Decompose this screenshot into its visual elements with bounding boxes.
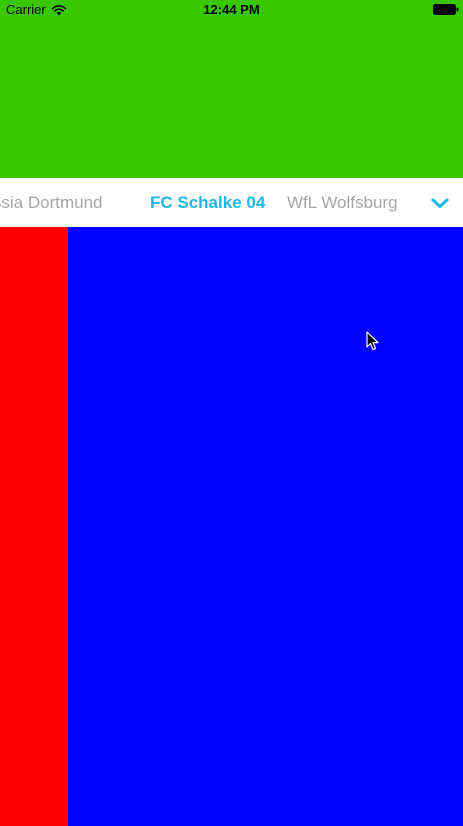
status-bar: Carrier 12:44 PM — [0, 0, 463, 20]
mouse-cursor-icon — [366, 331, 379, 351]
previous-page-peek[interactable] — [0, 227, 68, 826]
chevron-down-icon — [431, 198, 449, 208]
battery-icon — [433, 4, 459, 15]
tab-fc-schalke-04[interactable]: FC Schalke 04 — [150, 178, 265, 227]
tab-wfl-wolfsburg[interactable]: WfL Wolfsburg — [287, 178, 398, 227]
tab-borussia-dortmund[interactable]: Borussia Dortmund — [0, 178, 103, 227]
header-green-area — [0, 0, 463, 178]
status-time: 12:44 PM — [203, 2, 260, 17]
tab-menu-button[interactable] — [427, 190, 453, 216]
page-content[interactable] — [0, 227, 463, 826]
tab-strip: Borussia Dortmund FC Schalke 04 WfL Wolf… — [0, 178, 463, 227]
